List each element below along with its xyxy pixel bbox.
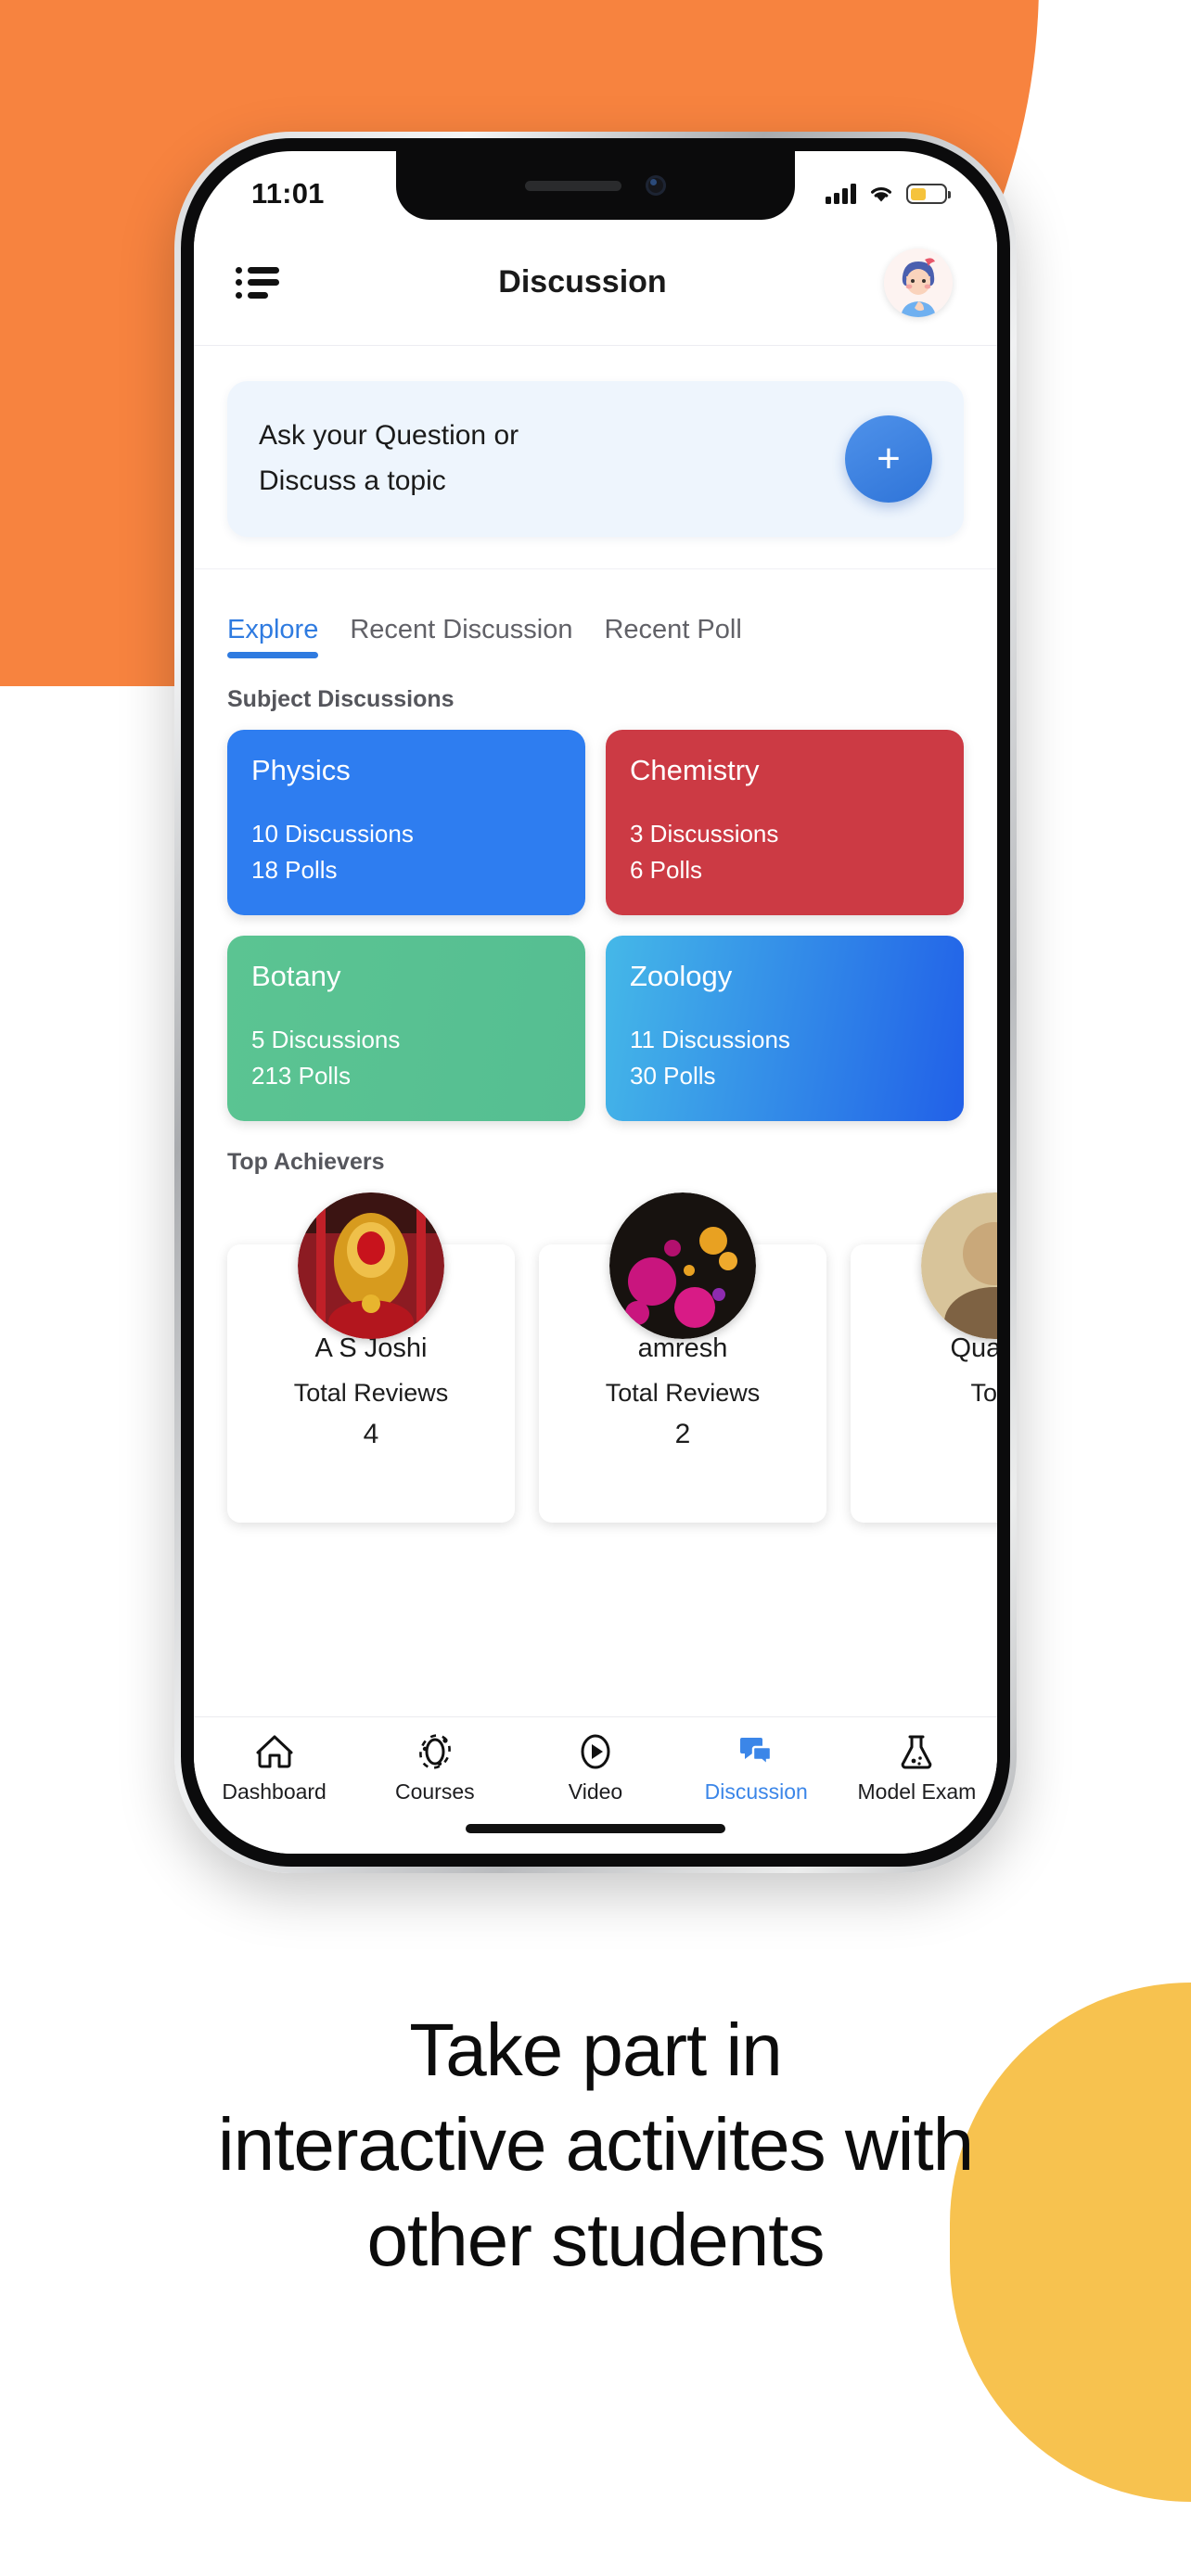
- phone-bezel: 11:01 Discussion Ask your Question or Di…: [181, 138, 1010, 1867]
- subject-discussions-count: 11 Discussions: [630, 1025, 790, 1053]
- achiever-reviews-count: 4: [363, 1419, 379, 1449]
- subject-name: Physics: [251, 754, 351, 786]
- status-time: 11:01: [251, 177, 325, 210]
- discussion-content: Ask your Question or Discuss a topic + E…: [194, 346, 997, 1716]
- phone-screen: 11:01 Discussion Ask your Question or Di…: [194, 151, 997, 1854]
- page-title: Discussion: [498, 264, 667, 300]
- caption-line-1: Take part in: [409, 2009, 783, 2091]
- status-icons: [826, 184, 951, 204]
- achiever-photo: [921, 1192, 997, 1339]
- nav-label: Model Exam: [857, 1779, 977, 1804]
- home-icon: [256, 1735, 293, 1768]
- phone-frame: 11:01 Discussion Ask your Question or Di…: [174, 132, 1017, 1873]
- add-discussion-button[interactable]: +: [845, 415, 932, 503]
- front-camera-icon: [646, 175, 666, 196]
- top-achievers-list[interactable]: A S Joshi Total Reviews 4 amresh Total R…: [227, 1192, 997, 1523]
- achiever-reviews-label: Total Reviews: [293, 1379, 449, 1407]
- subject-name: Chemistry: [630, 754, 760, 786]
- promo-caption: Take part in interactive activites with …: [0, 2003, 1191, 2288]
- nav-item-model-exam[interactable]: Model Exam: [837, 1732, 997, 1804]
- caption-line-2: interactive activites with: [217, 2103, 974, 2187]
- caption-line-3: other students: [366, 2198, 826, 2281]
- nav-label: Discussion: [704, 1779, 808, 1804]
- achiever-card[interactable]: Quarint Tota: [851, 1192, 997, 1523]
- nav-item-discussion[interactable]: Discussion: [676, 1732, 837, 1804]
- plus-icon: +: [877, 436, 901, 482]
- tab-recent-poll[interactable]: Recent Poll: [604, 615, 741, 658]
- tab-recent-discussion[interactable]: Recent Discussion: [350, 615, 572, 658]
- subject-card-chemistry[interactable]: Chemistry 3 Discussions 6 Polls: [606, 730, 964, 915]
- home-indicator[interactable]: [466, 1824, 725, 1833]
- subject-polls-count: 6 Polls: [630, 856, 703, 885]
- achiever-photo: [298, 1192, 444, 1339]
- nav-item-dashboard[interactable]: Dashboard: [194, 1732, 354, 1804]
- ask-question-text: Ask your Question or Discuss a topic: [259, 414, 845, 504]
- chat-bubbles-icon: [740, 1738, 773, 1767]
- nav-label: Video: [568, 1779, 623, 1804]
- subject-polls-count: 18 Polls: [251, 856, 338, 885]
- ask-question-card[interactable]: Ask your Question or Discuss a topic +: [227, 381, 964, 537]
- subject-discussions-count: 3 Discussions: [630, 819, 779, 848]
- subject-name: Botany: [251, 960, 341, 992]
- subject-polls-count: 213 Polls: [251, 1062, 351, 1090]
- tab-list: Explore Recent Discussion Recent Poll: [227, 569, 964, 658]
- cellular-signal-icon: [826, 184, 856, 204]
- subject-discussions-count: 5 Discussions: [251, 1025, 401, 1053]
- flask-icon: [902, 1735, 932, 1769]
- atom-icon: [418, 1734, 451, 1769]
- achiever-card[interactable]: amresh Total Reviews 2: [539, 1192, 826, 1523]
- subject-card-zoology[interactable]: Zoology 11 Discussions 30 Polls: [606, 936, 964, 1121]
- subject-discussions-count: 10 Discussions: [251, 819, 414, 848]
- nav-item-courses[interactable]: Courses: [354, 1732, 515, 1804]
- subject-card-physics[interactable]: Physics 10 Discussions 18 Polls: [227, 730, 585, 915]
- phone-notch: [396, 151, 795, 220]
- ask-line-2: Discuss a topic: [259, 465, 446, 496]
- ask-line-1: Ask your Question or: [259, 420, 519, 452]
- subject-discussions-title: Subject Discussions: [227, 686, 455, 712]
- achiever-card[interactable]: A S Joshi Total Reviews 4: [227, 1192, 515, 1523]
- app-header: Discussion: [194, 220, 997, 346]
- achiever-reviews-count: 2: [674, 1419, 691, 1449]
- nav-label: Courses: [394, 1779, 475, 1804]
- achiever-reviews-label: Total Reviews: [605, 1379, 761, 1407]
- achiever-reviews-label: Tota: [970, 1379, 997, 1407]
- nav-item-video[interactable]: Video: [515, 1732, 675, 1804]
- play-icon: [581, 1734, 610, 1769]
- achiever-name: Quarint: [950, 1333, 997, 1363]
- achiever-photo: [609, 1192, 756, 1339]
- subject-polls-count: 30 Polls: [630, 1062, 716, 1090]
- nav-label: Dashboard: [222, 1779, 327, 1804]
- subject-card-botany[interactable]: Botany 5 Discussions 213 Polls: [227, 936, 585, 1121]
- wifi-icon: [871, 187, 891, 202]
- earpiece-speaker: [525, 180, 621, 191]
- avatar[interactable]: [884, 248, 953, 317]
- tabs-container: Explore Recent Discussion Recent Poll: [194, 568, 997, 658]
- subject-name: Zoology: [630, 960, 733, 992]
- tab-explore[interactable]: Explore: [227, 615, 319, 658]
- top-achievers-title: Top Achievers: [227, 1149, 385, 1175]
- promo-screenshot: 11:01 Discussion Ask your Question or Di…: [0, 0, 1191, 2576]
- battery-icon: [906, 184, 951, 204]
- subject-grid: Physics 10 Discussions 18 Polls Chemistr…: [227, 730, 964, 1121]
